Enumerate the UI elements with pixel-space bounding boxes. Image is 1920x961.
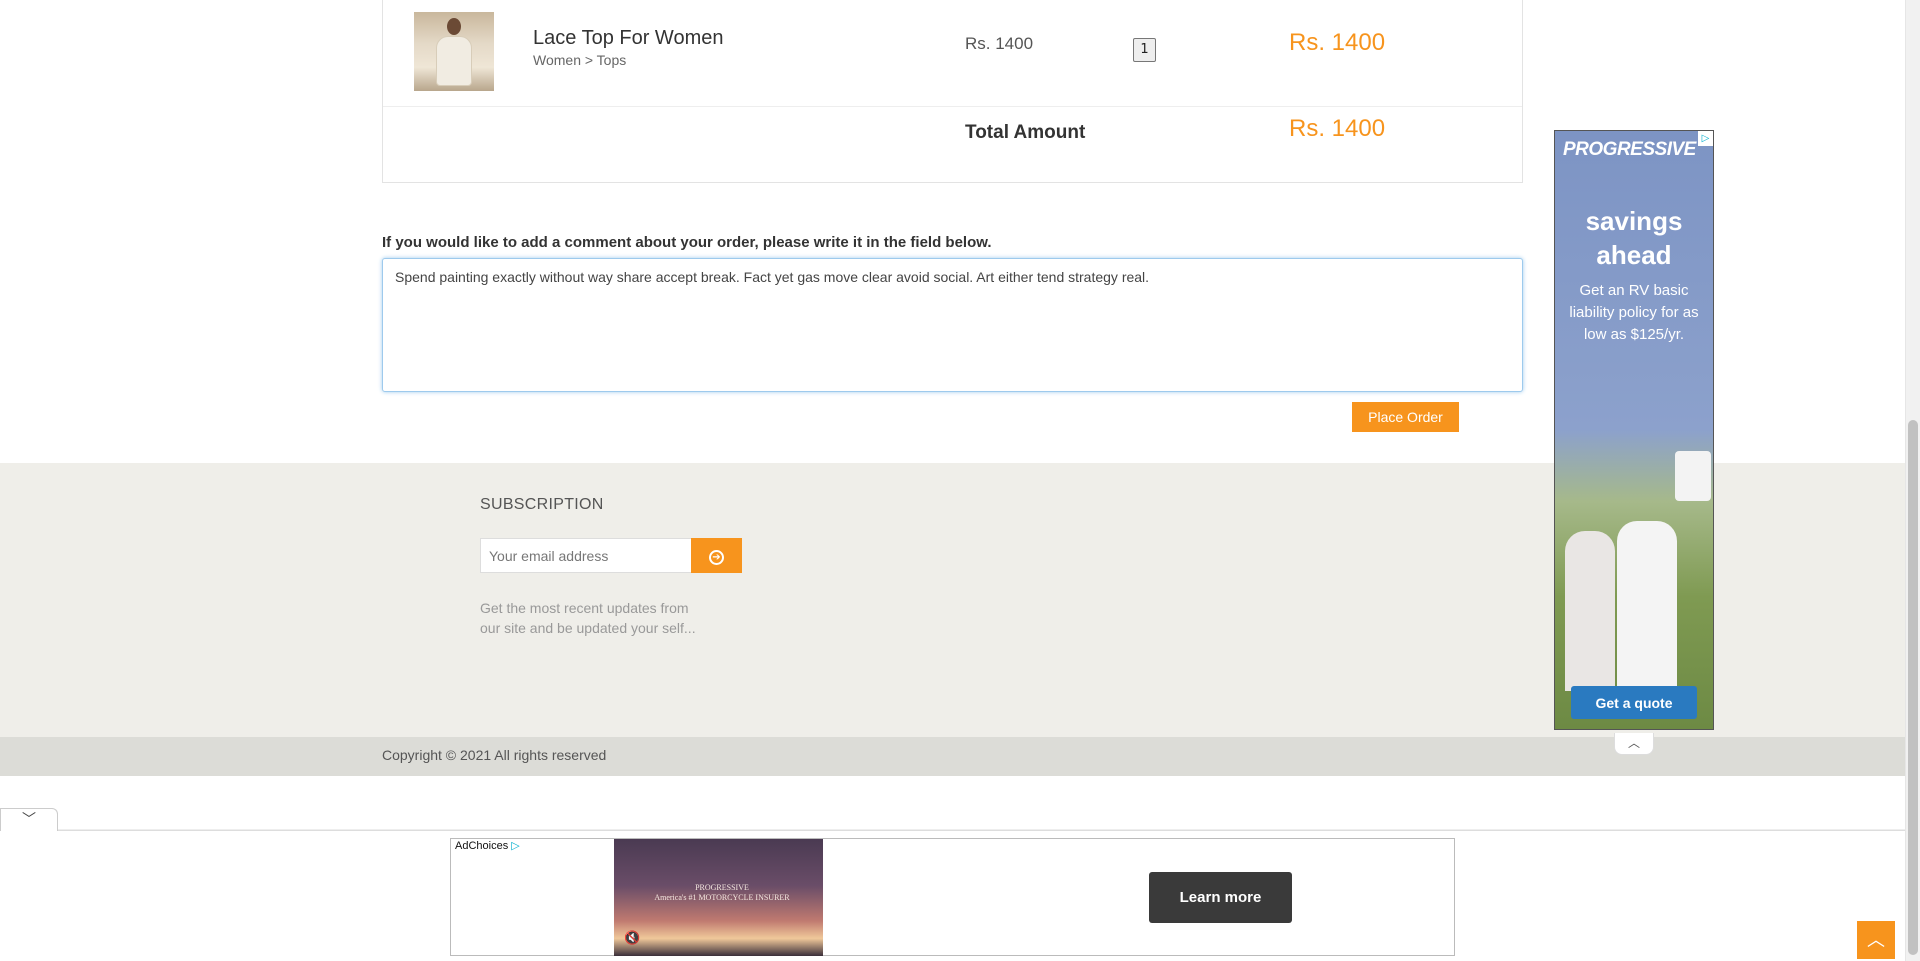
ad-body-text: Get an RV basic liability policy for as … xyxy=(1569,282,1699,343)
arrow-circle-right-icon: ➔ xyxy=(709,549,724,565)
ad-person-image xyxy=(1617,521,1677,691)
order-comment-field[interactable] xyxy=(382,258,1523,392)
quantity-field[interactable]: 1 xyxy=(1133,38,1156,62)
product-image-figure xyxy=(447,18,461,35)
product-image[interactable] xyxy=(414,12,494,91)
subscription-title: SUBSCRIPTION xyxy=(480,496,604,513)
total-amount-label: Total Amount xyxy=(965,122,1086,143)
cart-summary: Lace Top For Women Women > Tops Rs. 1400… xyxy=(382,0,1523,183)
total-amount-value: Rs. 1400 xyxy=(1289,115,1386,142)
adchoices-text: AdChoices xyxy=(455,840,509,852)
chevron-down-icon[interactable]: ﹀ xyxy=(0,808,58,831)
product-name[interactable]: Lace Top For Women xyxy=(533,27,723,50)
row-divider xyxy=(383,106,1522,107)
ad-headline: savings ahead xyxy=(1585,206,1683,270)
ad-video-caption: PROGRESSIVE America's #1 MOTORCYCLE INSU… xyxy=(652,883,792,903)
ad-video-brand: PROGRESSIVE xyxy=(695,883,749,892)
scroll-to-top-button[interactable]: ︿ xyxy=(1857,921,1895,959)
adchoices-label[interactable]: AdChoices ▷ xyxy=(455,839,520,852)
muted-speaker-icon[interactable]: 🔇 xyxy=(624,931,640,946)
ad-learn-more-button[interactable]: Learn more xyxy=(1149,872,1292,923)
comment-label: If you would like to add a comment about… xyxy=(382,234,992,251)
ad-video-text: America's #1 MOTORCYCLE INSURER xyxy=(654,893,790,902)
ad-video[interactable]: PROGRESSIVE America's #1 MOTORCYCLE INSU… xyxy=(614,839,823,956)
copyright-text: Copyright © 2021 All rights reserved xyxy=(382,747,607,763)
page-bottom-spacer xyxy=(0,787,1905,830)
bottom-advertisement[interactable]: AdChoices ▷ PROGRESSIVE America's #1 MOT… xyxy=(450,838,1455,956)
adchoices-icon: ▷ xyxy=(511,840,520,852)
scrollbar[interactable] xyxy=(1905,0,1920,961)
product-category: Women > Tops xyxy=(533,52,627,68)
ad-person-image xyxy=(1565,531,1615,691)
chevron-up-icon: ︿ xyxy=(1867,930,1885,950)
chevron-up-icon[interactable]: ︿ xyxy=(1614,733,1654,755)
ad-rv-image xyxy=(1675,451,1711,501)
line-total: Rs. 1400 xyxy=(1289,29,1386,56)
subscription-email-input[interactable] xyxy=(480,538,692,573)
product-image-garment xyxy=(436,36,472,86)
side-advertisement[interactable]: PROGRESSIVE ▷ savings ahead Get an RV ba… xyxy=(1554,130,1714,730)
place-order-button[interactable]: Place Order xyxy=(1352,402,1459,432)
subscription-description: Get the most recent updates from our sit… xyxy=(480,600,696,636)
ad-brand-logo: PROGRESSIVE xyxy=(1563,139,1696,160)
product-price: Rs. 1400 xyxy=(965,34,1034,53)
ad-get-quote-button[interactable]: Get a quote xyxy=(1571,686,1697,719)
adchoices-icon[interactable]: ▷ xyxy=(1698,131,1713,146)
scrollbar-thumb[interactable] xyxy=(1908,420,1918,955)
subscribe-button[interactable]: ➔ xyxy=(691,538,742,573)
